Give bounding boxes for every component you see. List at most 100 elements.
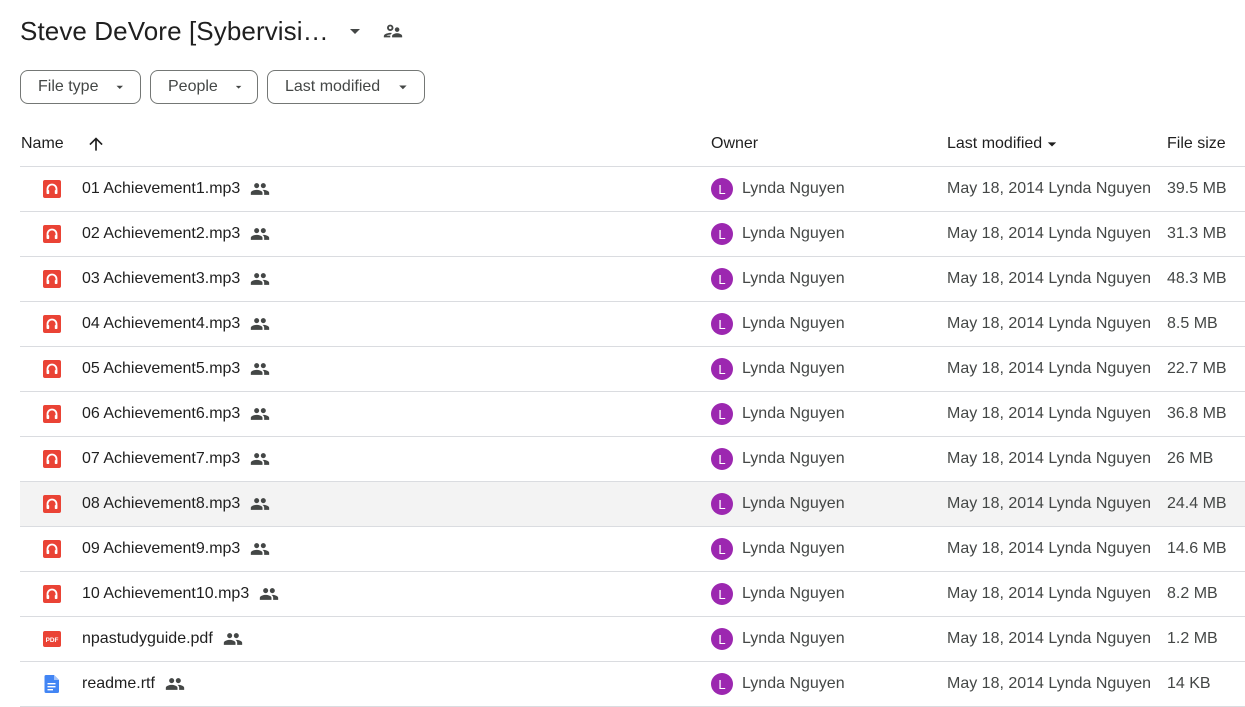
table-header: Name Owner Last modified File size (20, 122, 1245, 167)
file-size-cell: 14 KB (1167, 675, 1211, 692)
owner-cell: L Lynda Nguyen (711, 662, 845, 706)
file-name-cell[interactable]: 08 Achievement8.mp3 (82, 482, 270, 526)
arrow-drop-down-icon[interactable] (343, 19, 367, 43)
audio-file-icon (41, 347, 63, 391)
table-row[interactable]: 05 Achievement5.mp3 L Lynda Nguyen May 18, … (20, 347, 1245, 392)
file-name: 03 Achievement3.mp3 (82, 270, 241, 287)
owner-name: Lynda Nguyen (742, 450, 845, 467)
owner-cell: L Lynda Nguyen (711, 347, 845, 391)
file-name: 04 Achievement4.mp3 (82, 315, 241, 332)
owner-cell: L Lynda Nguyen (711, 302, 845, 346)
table-row[interactable]: 01 Achievement1.mp3 L Lynda Nguyen May 18, … (20, 167, 1245, 212)
table-row[interactable]: 08 Achievement8.mp3 L Lynda Nguyen May 18, … (20, 482, 1245, 527)
sort-down-icon (1048, 142, 1057, 147)
owner-cell: L Lynda Nguyen (711, 167, 845, 211)
avatar[interactable]: L (711, 628, 733, 650)
chevron-down-icon (235, 85, 242, 89)
shared-people-icon (250, 269, 270, 289)
file-name: 06 Achievement6.mp3 (82, 405, 241, 422)
owner-cell: L Lynda Nguyen (711, 527, 845, 571)
shared-people-icon (250, 224, 270, 244)
avatar[interactable]: L (711, 358, 733, 380)
file-name-cell[interactable]: 07 Achievement7.mp3 (82, 437, 270, 481)
last-modified-cell: May 18, 2014 Lynda Nguyen (947, 495, 1151, 512)
column-header-file-size[interactable]: File size (1167, 122, 1226, 166)
avatar[interactable]: L (711, 448, 733, 470)
audio-file-icon (41, 482, 63, 526)
file-name-cell[interactable]: 06 Achievement6.mp3 (82, 392, 270, 436)
table-row[interactable]: 07 Achievement7.mp3 L Lynda Nguyen May 18, … (20, 437, 1245, 482)
owner-name: Lynda Nguyen (742, 360, 845, 377)
file-name-cell[interactable]: 03 Achievement3.mp3 (82, 257, 270, 301)
avatar[interactable]: L (711, 403, 733, 425)
file-name: readme.rtf (82, 675, 155, 692)
file-size-cell: 22.7 MB (1167, 360, 1227, 377)
shared-people-icon (250, 494, 270, 514)
file-name-cell[interactable]: 04 Achievement4.mp3 (82, 302, 270, 346)
column-header-last-modified[interactable]: Last modified (947, 122, 1062, 166)
file-name-cell[interactable]: 10 Achievement10.mp3 (82, 572, 279, 616)
shared-people-icon (250, 539, 270, 559)
sort-arrow-up-icon[interactable] (86, 134, 106, 154)
last-modified-filter-label: Last modified (285, 78, 381, 95)
column-header-name[interactable]: Name (21, 122, 64, 166)
table-row[interactable]: 03 Achievement3.mp3 L Lynda Nguyen May 18, … (20, 257, 1245, 302)
table-row[interactable]: PDF npastudyguide.pdf L Lynda Nguyen May 18,… (20, 617, 1245, 662)
file-name-cell[interactable]: readme.rtf (82, 662, 185, 706)
last-modified-cell: May 18, 2014 Lynda Nguyen (947, 675, 1151, 692)
table-row[interactable]: readme.rtf L Lynda Nguyen May 18, 2014 Lynd… (20, 662, 1245, 707)
owner-cell: L Lynda Nguyen (711, 617, 845, 661)
filter-chips: File type People Last modified (20, 70, 425, 104)
chevron-down-icon (399, 85, 407, 90)
owner-name: Lynda Nguyen (742, 495, 845, 512)
table-row[interactable]: 06 Achievement6.mp3 L Lynda Nguyen May 18, … (20, 392, 1245, 437)
shared-people-icon (250, 179, 270, 199)
file-name: 10 Achievement10.mp3 (82, 585, 250, 602)
table-row[interactable]: 10 Achievement10.mp3 L Lynda Nguyen May 18,… (20, 572, 1245, 617)
file-name-cell[interactable]: 02 Achievement2.mp3 (82, 212, 270, 256)
column-header-owner[interactable]: Owner (711, 122, 758, 166)
avatar[interactable]: L (711, 493, 733, 515)
audio-file-icon (41, 572, 63, 616)
owner-name: Lynda Nguyen (742, 180, 845, 197)
file-name: 09 Achievement9.mp3 (82, 540, 241, 557)
folder-title[interactable]: Steve DeVore [Sybervisi… (20, 16, 329, 47)
file-size-cell: 36.8 MB (1167, 405, 1227, 422)
people-filter[interactable]: People (150, 70, 258, 104)
audio-file-icon (41, 392, 63, 436)
avatar[interactable]: L (711, 538, 733, 560)
avatar[interactable]: L (711, 583, 733, 605)
table-row[interactable]: 09 Achievement9.mp3 L Lynda Nguyen May 18, … (20, 527, 1245, 572)
table-row[interactable]: 02 Achievement2.mp3 L Lynda Nguyen May 18, … (20, 212, 1245, 257)
avatar[interactable]: L (711, 178, 733, 200)
table-row[interactable]: 04 Achievement4.mp3 L Lynda Nguyen May 18, … (20, 302, 1245, 347)
avatar[interactable]: L (711, 223, 733, 245)
file-name-cell[interactable]: 05 Achievement5.mp3 (82, 347, 270, 391)
file-name-cell[interactable]: 09 Achievement9.mp3 (82, 527, 270, 571)
owner-cell: L Lynda Nguyen (711, 437, 845, 481)
audio-file-icon (41, 167, 63, 211)
owner-name: Lynda Nguyen (742, 315, 845, 332)
last-modified-cell: May 18, 2014 Lynda Nguyen (947, 630, 1151, 647)
file-name: 01 Achievement1.mp3 (82, 180, 241, 197)
file-name-cell[interactable]: 01 Achievement1.mp3 (82, 167, 270, 211)
file-type-filter[interactable]: File type (20, 70, 141, 104)
owner-name: Lynda Nguyen (742, 225, 845, 242)
chevron-down-icon (116, 85, 124, 89)
file-size-cell: 39.5 MB (1167, 180, 1227, 197)
last-modified-cell: May 18, 2014 Lynda Nguyen (947, 180, 1151, 197)
avatar[interactable]: L (711, 673, 733, 695)
last-modified-cell: May 18, 2014 Lynda Nguyen (947, 315, 1151, 332)
file-name-cell[interactable]: npastudyguide.pdf (82, 617, 243, 661)
file-name: npastudyguide.pdf (82, 630, 213, 647)
avatar[interactable]: L (711, 268, 733, 290)
last-modified-cell: May 18, 2014 Lynda Nguyen (947, 540, 1151, 557)
people-outline-icon[interactable] (381, 19, 405, 43)
avatar[interactable]: L (711, 313, 733, 335)
shared-people-icon (165, 674, 185, 694)
last-modified-filter[interactable]: Last modified (267, 70, 425, 104)
owner-name: Lynda Nguyen (742, 585, 845, 602)
owner-name: Lynda Nguyen (742, 675, 845, 692)
file-rows: 01 Achievement1.mp3 L Lynda Nguyen May 18, … (20, 167, 1245, 707)
file-size-cell: 1.2 MB (1167, 630, 1218, 647)
